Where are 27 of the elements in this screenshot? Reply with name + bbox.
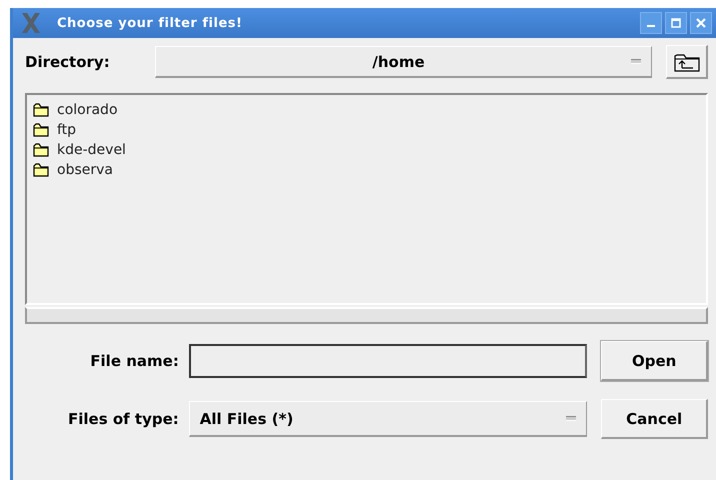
open-button[interactable]: Open <box>601 341 708 381</box>
folder-item[interactable]: colorado <box>33 100 700 120</box>
folder-item[interactable]: observa <box>33 160 700 180</box>
maximize-button[interactable] <box>665 12 687 34</box>
close-button[interactable] <box>690 12 712 34</box>
folder-icon <box>33 103 49 117</box>
folder-icon <box>33 143 49 157</box>
minimize-icon <box>647 25 655 27</box>
file-type-dropdown[interactable]: All Files (*) <box>188 401 588 437</box>
folder-icon <box>33 123 49 137</box>
folder-item[interactable]: kde-devel <box>33 140 700 160</box>
folder-up-arrow-icon <box>674 52 700 72</box>
parent-directory-button[interactable] <box>666 45 708 79</box>
directory-dropdown[interactable]: /home <box>155 46 652 78</box>
file-name-field[interactable] <box>188 344 588 378</box>
file-type-label: Files of type: <box>67 410 180 428</box>
horizontal-scrollbar[interactable] <box>25 307 708 324</box>
file-name-label: File name: <box>89 352 180 370</box>
close-icon <box>696 18 706 28</box>
directory-label: Directory: <box>25 53 111 71</box>
cancel-button[interactable]: Cancel <box>601 399 708 439</box>
window-title: Choose your filter files! <box>57 16 244 30</box>
x-logo-icon <box>19 11 43 35</box>
folder-item[interactable]: ftp <box>33 120 700 140</box>
maximize-icon <box>671 18 681 28</box>
minimize-button[interactable] <box>640 12 662 34</box>
folder-icon <box>33 163 49 177</box>
